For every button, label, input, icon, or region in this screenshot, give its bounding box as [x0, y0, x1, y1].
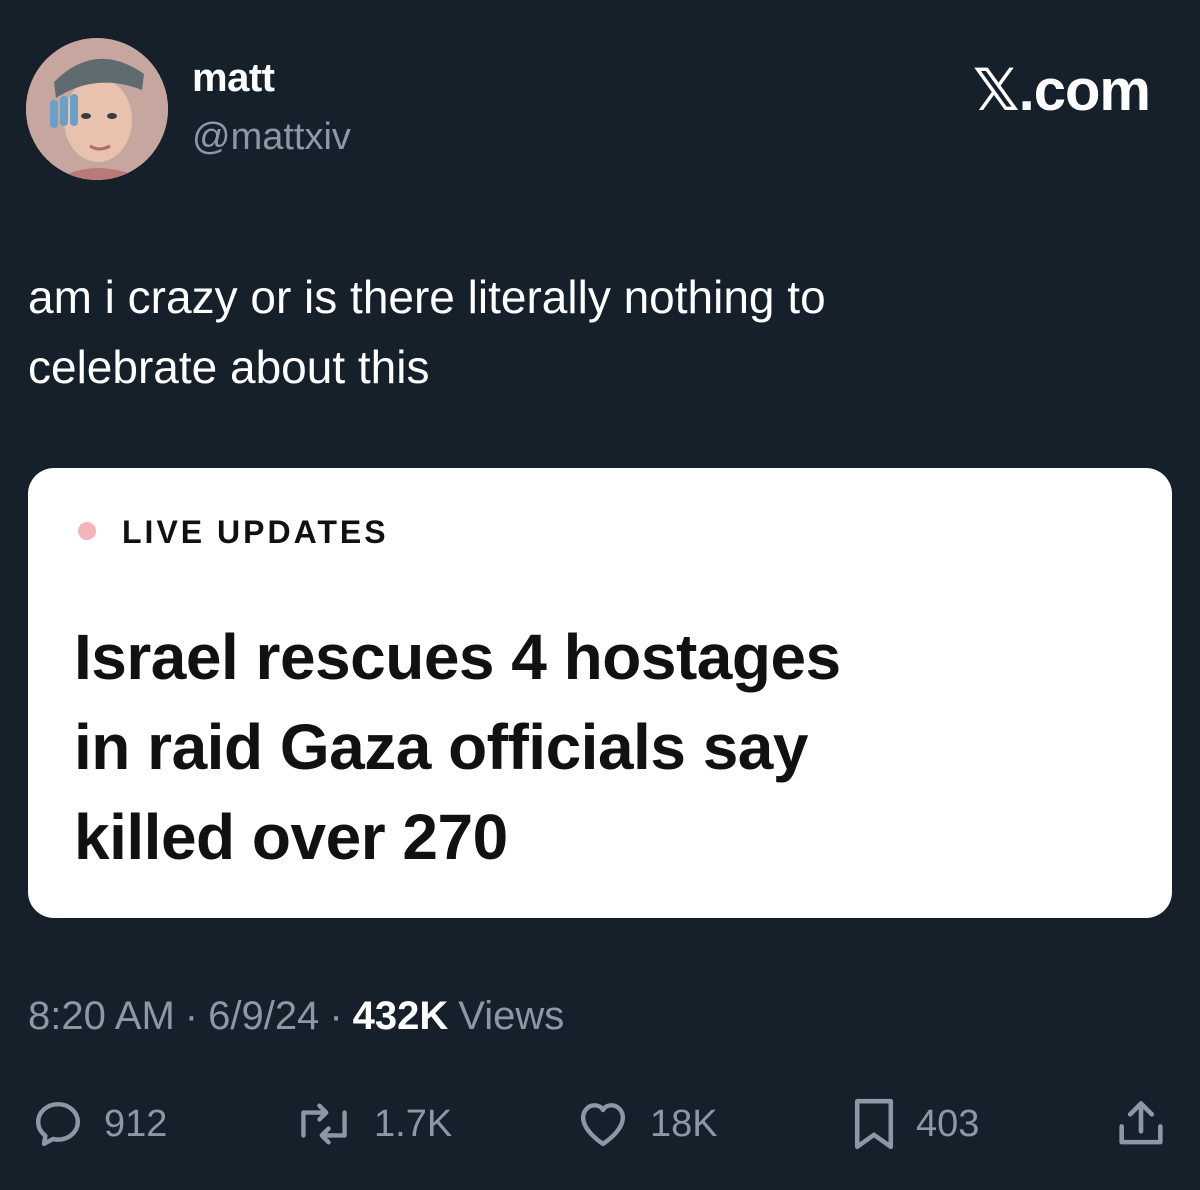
avatar[interactable] — [26, 38, 168, 180]
repost-icon — [301, 1103, 347, 1145]
bookmark-icon — [854, 1098, 894, 1150]
like-count: 18K — [650, 1102, 718, 1145]
share-icon — [1119, 1101, 1163, 1145]
author-name[interactable]: matt — [192, 56, 275, 101]
author-handle[interactable]: @mattxiv — [192, 116, 351, 159]
live-indicator-icon — [78, 522, 96, 540]
tweet-time[interactable]: 8:20 AM — [28, 994, 175, 1039]
tweet-text: am i crazy or is there literally nothing… — [28, 262, 1168, 402]
meta-separator: · — [329, 994, 343, 1038]
headline-line: Israel rescues 4 hostages — [74, 621, 841, 693]
heart-icon — [580, 1103, 626, 1147]
news-card[interactable]: LIVE UPDATES Israel rescues 4 hostages i… — [28, 468, 1172, 918]
like-button[interactable]: 18K — [574, 1092, 718, 1156]
headline-line: in raid Gaza officials say — [74, 711, 808, 783]
headline-line: killed over 270 — [74, 801, 508, 873]
meta-separator: · — [184, 994, 199, 1038]
reply-icon — [35, 1101, 81, 1147]
tweet-text-line: celebrate about this — [28, 341, 430, 393]
brand-label: .com — [1018, 57, 1151, 123]
repost-count: 1.7K — [374, 1102, 453, 1145]
views-label: Views — [458, 994, 565, 1038]
tweet-date[interactable]: 6/9/24 — [208, 994, 319, 1039]
bookmark-button[interactable]: 403 — [850, 1092, 979, 1156]
tweet-text-line: am i crazy or is there literally nothing… — [28, 271, 826, 323]
repost-button[interactable]: 1.7K — [292, 1092, 452, 1156]
tweet-meta: 8:20 AM · 6/9/24 · 432K Views — [28, 994, 564, 1039]
live-updates-label: LIVE UPDATES — [122, 514, 389, 550]
share-button[interactable] — [1112, 1092, 1170, 1156]
bookmark-count: 403 — [916, 1102, 980, 1145]
reply-button[interactable]: 912 — [30, 1092, 167, 1156]
x-logo: 𝕏 .com — [972, 56, 1151, 124]
reply-count: 912 — [104, 1102, 168, 1145]
action-bar: 912 1.7K 18K 403 — [0, 1092, 1200, 1156]
avatar-image — [26, 38, 168, 180]
news-headline: Israel rescues 4 hostages in raid Gaza o… — [74, 612, 1134, 882]
x-icon: 𝕏 — [972, 56, 1020, 124]
views-count: 432K — [352, 994, 449, 1038]
